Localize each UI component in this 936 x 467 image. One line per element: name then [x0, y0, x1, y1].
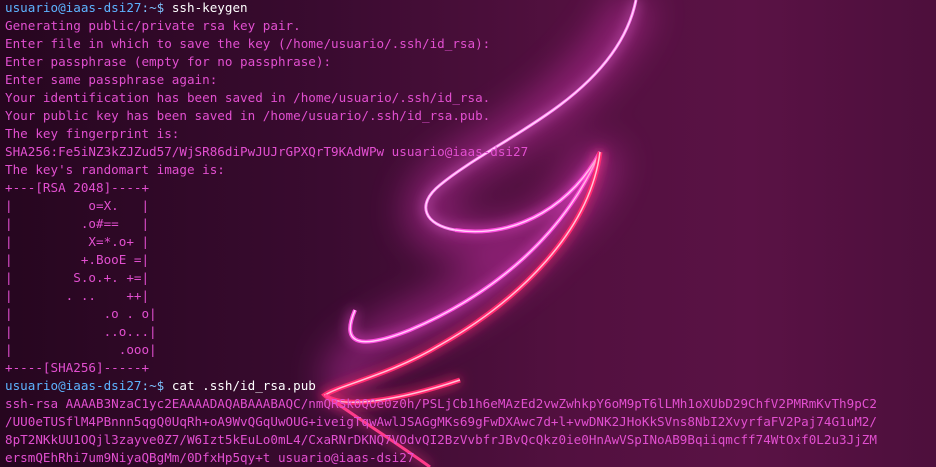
- output-line: | . .. ++|: [5, 288, 150, 303]
- output-line: SHA256:Fe5iNZ3kZJZud57/WjSR86diPwJUJrGPX…: [5, 144, 529, 159]
- command-text: cat .ssh/id_rsa.pub: [164, 378, 316, 393]
- output-line: The key fingerprint is:: [5, 126, 180, 141]
- output-line: | S.o.+. +=|: [5, 270, 150, 285]
- output-line: Enter same passphrase again:: [5, 72, 218, 87]
- terminal-output[interactable]: usuario@iaas-dsi27:~$ ssh-keygen Generati…: [5, 0, 877, 467]
- output-line: Generating public/private rsa key pair.: [5, 18, 301, 33]
- prompt-line: usuario@iaas-dsi27:~$ cat .ssh/id_rsa.pu…: [5, 377, 877, 395]
- terminal-window[interactable]: usuario@iaas-dsi27:~$ ssh-keygen Generati…: [0, 0, 936, 467]
- output-line: ssh-rsa AAAAB3NzaC1yc2EAAAADAQABAAABAQC/…: [5, 396, 877, 411]
- output-line: +----[SHA256]-----+: [5, 360, 150, 375]
- command-text: ssh-keygen: [164, 0, 248, 15]
- prompt-user-host: usuario@iaas-dsi27: [5, 378, 142, 393]
- output-line: Your public key has been saved in /home/…: [5, 108, 491, 123]
- output-line: 8pT2NKkUU1OQjl3zayve0Z7/W6Izt5kEuLo0mL4/…: [5, 432, 877, 447]
- output-line: The key's randomart image is:: [5, 162, 225, 177]
- output-line: Enter passphrase (empty for no passphras…: [5, 54, 332, 69]
- prompt-path: :~$: [141, 378, 165, 393]
- output-line: | o=X. |: [5, 198, 150, 213]
- output-line: ersmQEhRhi7um9NiyaQBgMm/0DfxHp5qy+t usua…: [5, 450, 415, 465]
- output-line: | .o#== |: [5, 216, 150, 231]
- output-line: | .ooo|: [5, 342, 157, 357]
- output-line: | .o . o|: [5, 306, 157, 321]
- output-line: +---[RSA 2048]----+: [5, 180, 150, 195]
- output-line: | X=*.o+ |: [5, 234, 150, 249]
- output-line: Enter file in which to save the key (/ho…: [5, 36, 491, 51]
- prompt-user-host: usuario@iaas-dsi27: [5, 0, 142, 15]
- prompt-path: :~$: [141, 0, 165, 15]
- output-line: | +.BooE =|: [5, 252, 150, 267]
- prompt-line: usuario@iaas-dsi27:~$ ssh-keygen: [5, 0, 877, 17]
- output-line: | ..o...|: [5, 324, 157, 339]
- output-line: /UU0eTUSflM4PBnnn5qgQ0UqRh+oA9WvQGqUwOUG…: [5, 414, 877, 429]
- output-line: Your identification has been saved in /h…: [5, 90, 491, 105]
